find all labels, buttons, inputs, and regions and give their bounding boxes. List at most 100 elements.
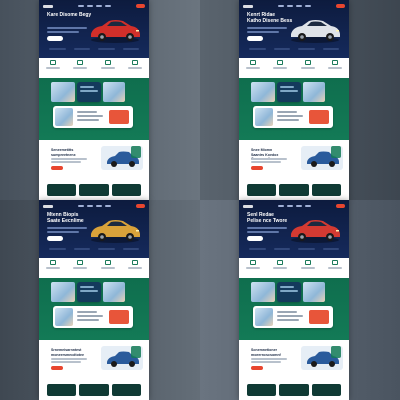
nav-link[interactable]	[96, 5, 102, 7]
website-mockup: Senl Redae Pelise nce Twore Scnemnetione…	[239, 200, 349, 400]
nav-cta-button[interactable]	[136, 4, 145, 8]
feature-icon	[304, 260, 311, 265]
feature-icon	[277, 60, 284, 65]
footer-card[interactable]	[279, 184, 309, 196]
nav-cta-button[interactable]	[136, 204, 145, 208]
hero-cta-button[interactable]	[247, 36, 263, 41]
services-section	[39, 78, 149, 140]
logo[interactable]	[43, 204, 53, 208]
footer-card[interactable]	[311, 384, 341, 396]
service-card[interactable]	[53, 106, 133, 128]
article-title: Scnemnetioner moeerncscsomnf	[251, 348, 281, 357]
nav-link[interactable]	[105, 205, 111, 207]
services-section	[239, 78, 349, 140]
footer-card[interactable]	[279, 384, 309, 396]
photo-thumbnail	[103, 282, 125, 302]
nav-link[interactable]	[87, 5, 93, 7]
footer-cards	[39, 384, 149, 400]
car-image	[291, 220, 340, 243]
feature-item	[245, 260, 261, 276]
footer-card[interactable]	[79, 384, 109, 396]
service-card[interactable]	[277, 282, 301, 302]
hero-subtitle	[247, 227, 287, 229]
article-title: Seneemetitts sumpreetnenx	[51, 148, 76, 157]
top-navigation	[243, 203, 345, 209]
services-section	[239, 278, 349, 340]
website-mockup: Kenrt Ridae Katho Disene Bess Snee Miomn…	[239, 0, 349, 200]
nav-link[interactable]	[78, 5, 84, 7]
feature-icon	[277, 260, 284, 265]
hero-cta-button[interactable]	[47, 236, 63, 241]
car-image	[301, 146, 343, 170]
feature-item	[300, 260, 316, 276]
feature-item	[272, 260, 288, 276]
photo-thumbnail	[251, 282, 275, 302]
photo-thumbnail	[51, 82, 75, 102]
feature-row	[45, 60, 143, 76]
hero-stat-strip	[249, 48, 339, 51]
service-card[interactable]	[77, 282, 101, 302]
feature-icon	[131, 60, 138, 65]
feature-icon	[131, 260, 138, 265]
feature-icon	[50, 60, 56, 65]
feature-item	[45, 260, 61, 276]
service-card[interactable]	[277, 82, 301, 102]
footer-card[interactable]	[47, 184, 77, 196]
nav-link[interactable]	[296, 5, 302, 7]
hero-cta-button[interactable]	[47, 36, 63, 41]
nav-link[interactable]	[305, 5, 311, 7]
footer-card[interactable]	[111, 184, 141, 196]
logo[interactable]	[43, 4, 53, 8]
feature-icon	[50, 260, 56, 265]
service-card[interactable]	[77, 82, 101, 102]
feature-item	[327, 260, 343, 276]
article-cta-button[interactable]	[51, 366, 63, 370]
footer-card[interactable]	[311, 184, 341, 196]
hero-section: Mtenn Biopis Saate Eecnlime	[39, 200, 149, 258]
hero-section: Senl Redae Pelise nce Twore	[239, 200, 349, 258]
hero-stat-strip	[249, 248, 339, 251]
footer-card[interactable]	[247, 184, 277, 196]
logo[interactable]	[243, 4, 253, 8]
photo-thumbnail	[303, 282, 325, 302]
footer-card[interactable]	[111, 384, 141, 396]
feature-icon	[77, 260, 84, 265]
hero-stat-strip	[49, 248, 139, 251]
nav-link[interactable]	[305, 205, 311, 207]
footer-card[interactable]	[47, 384, 77, 396]
nav-link[interactable]	[287, 205, 293, 207]
article-cta-button[interactable]	[251, 166, 263, 170]
article-cta-button[interactable]	[51, 166, 63, 170]
feature-item	[72, 260, 88, 276]
photo-thumbnail	[51, 282, 75, 302]
nav-cta-button[interactable]	[336, 4, 345, 8]
hero-subtitle	[247, 27, 287, 29]
nav-link[interactable]	[87, 205, 93, 207]
logo[interactable]	[243, 204, 253, 208]
service-card[interactable]	[253, 306, 333, 328]
nav-link[interactable]	[278, 5, 284, 7]
nav-link[interactable]	[287, 5, 293, 7]
nav-link[interactable]	[278, 205, 284, 207]
feature-item	[72, 60, 88, 76]
nav-link[interactable]	[78, 205, 84, 207]
feature-item	[127, 260, 143, 276]
article-cta-button[interactable]	[251, 366, 263, 370]
hero-section: Kenrt Ridae Katho Disene Bess	[239, 0, 349, 58]
nav-cta-button[interactable]	[336, 204, 345, 208]
feature-icon	[250, 60, 256, 65]
car-image	[101, 346, 143, 370]
service-card[interactable]	[53, 306, 133, 328]
nav-links	[278, 5, 311, 7]
nav-link[interactable]	[296, 205, 302, 207]
service-card[interactable]	[253, 106, 333, 128]
feature-icon	[331, 260, 338, 265]
footer-card[interactable]	[79, 184, 109, 196]
footer-card[interactable]	[247, 384, 277, 396]
feature-icon	[104, 260, 111, 265]
nav-link[interactable]	[96, 205, 102, 207]
feature-item	[45, 60, 61, 76]
nav-link[interactable]	[105, 5, 111, 7]
car-image	[291, 20, 340, 43]
hero-cta-button[interactable]	[247, 236, 263, 241]
